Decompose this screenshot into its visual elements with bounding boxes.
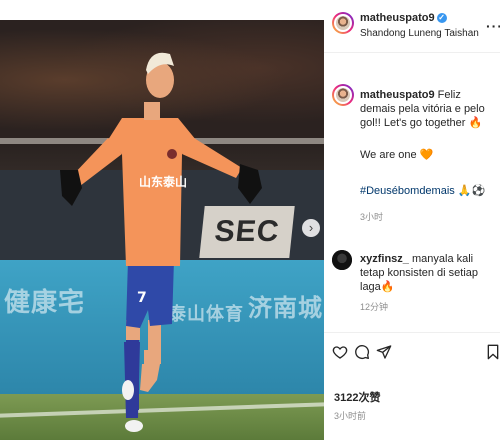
caption-avatar-image bbox=[334, 86, 352, 104]
bookmark-icon[interactable] bbox=[486, 344, 500, 360]
shorts-number: 7 bbox=[137, 290, 147, 306]
comments-panel bbox=[324, 0, 500, 440]
commenter-avatar-image bbox=[332, 250, 352, 270]
shirt-sponsor: 山东泰山 bbox=[139, 174, 187, 189]
comment-time: 12分钟 bbox=[360, 302, 389, 312]
caption-avatar[interactable] bbox=[332, 84, 354, 106]
author-avatar-image bbox=[334, 14, 352, 32]
actions-divider bbox=[324, 332, 500, 333]
shorts bbox=[126, 260, 174, 328]
left-boot bbox=[125, 420, 143, 432]
right-boot bbox=[122, 380, 134, 400]
author-username-text: matheuspato9 bbox=[360, 12, 435, 24]
left-glove bbox=[60, 170, 82, 206]
right-glove bbox=[238, 164, 262, 204]
comment-text: xyzfinsz_ manyala kali tetap konsisten d… bbox=[360, 252, 494, 294]
caption-text: matheuspato9 Feliz demais pela vitória e… bbox=[360, 88, 494, 130]
comment-icon[interactable] bbox=[354, 344, 370, 360]
right-sleeve bbox=[182, 138, 242, 178]
neck bbox=[144, 102, 160, 120]
comment-username[interactable]: xyzfinsz_ bbox=[360, 253, 409, 265]
verified-icon: ✓ bbox=[436, 13, 447, 23]
right-shin bbox=[140, 364, 160, 392]
like-count[interactable]: 3122次赞 bbox=[334, 389, 380, 405]
next-icon[interactable]: › bbox=[302, 219, 320, 237]
caption-time: 3小时 bbox=[360, 212, 384, 222]
club-badge bbox=[167, 149, 177, 159]
caption-line2: We are one 🧡 bbox=[360, 149, 434, 161]
left-sock bbox=[124, 342, 140, 418]
post-photo[interactable]: SEC 健康宅 泰山体育 济南城 山东泰山 7 › bbox=[0, 20, 324, 440]
caption-hashtag[interactable]: #Deusébomdemais 🙏⚽ bbox=[360, 184, 485, 197]
header-divider bbox=[324, 52, 500, 53]
player-figure: 山东泰山 7 bbox=[60, 52, 262, 432]
heart-icon[interactable] bbox=[332, 344, 348, 360]
author-username[interactable]: matheuspato9 ✓ bbox=[360, 12, 447, 24]
shirt bbox=[108, 118, 196, 266]
share-icon[interactable] bbox=[376, 344, 392, 360]
post-date: 3小时前 bbox=[334, 411, 367, 421]
author-avatar[interactable] bbox=[332, 12, 354, 34]
commenter-avatar[interactable] bbox=[332, 250, 352, 270]
caption-username[interactable]: matheuspato9 bbox=[360, 89, 435, 101]
more-icon[interactable]: ··· bbox=[486, 18, 500, 34]
post-location[interactable]: Shandong Luneng Taishan Football C bbox=[360, 28, 482, 39]
